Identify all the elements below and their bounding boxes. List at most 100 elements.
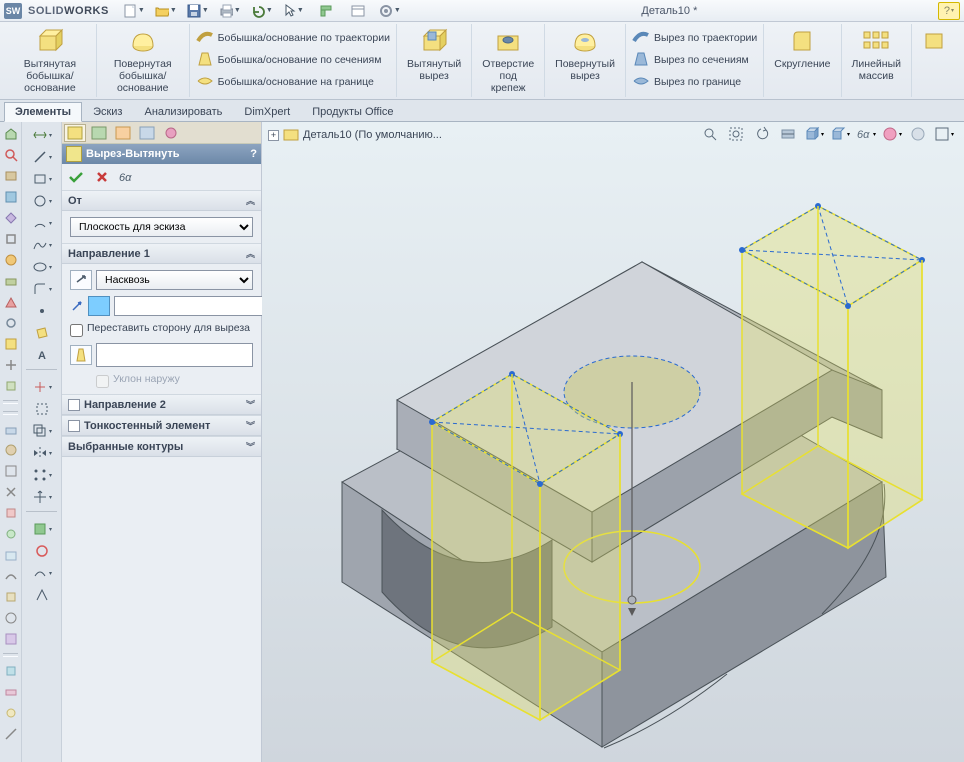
tb-icon-24[interactable] xyxy=(2,630,20,648)
tb-icon-20[interactable] xyxy=(2,546,20,564)
detailed-preview-button[interactable]: 6α xyxy=(118,168,138,186)
circle-icon[interactable]: ▾ xyxy=(25,191,59,211)
tb-icon-21[interactable] xyxy=(2,567,20,585)
move-icon[interactable]: ▾ xyxy=(25,487,59,507)
select-button[interactable]: ▼ xyxy=(283,2,305,20)
section-dir2-header[interactable]: Направление 2︾ xyxy=(62,395,261,415)
tb-icon-4[interactable] xyxy=(2,188,20,206)
lofted-cut-button[interactable]: Вырез по сечениям xyxy=(632,50,757,70)
lofted-boss-button[interactable]: Бобышка/основание по сечениям xyxy=(196,50,390,70)
tb-icon-16[interactable] xyxy=(2,462,20,480)
fillet-button[interactable]: Скругление xyxy=(770,26,834,72)
undo-button[interactable]: ▼ xyxy=(251,2,273,20)
open-file-button[interactable]: ▼ xyxy=(155,2,177,20)
view-orientation-icon[interactable] xyxy=(2,125,20,143)
line-icon[interactable]: ▾ xyxy=(25,147,59,167)
boundary-boss-button[interactable]: Бобышка/основание на границе xyxy=(196,72,390,92)
direction-vector-icon[interactable] xyxy=(70,299,84,313)
direction-input[interactable] xyxy=(114,296,266,316)
cancel-button[interactable] xyxy=(92,168,112,186)
rapid-sketch-icon[interactable] xyxy=(25,585,59,605)
tb-icon-5[interactable] xyxy=(2,209,20,227)
tb-icon-6[interactable] xyxy=(2,230,20,248)
draft-listbox[interactable] xyxy=(96,343,253,367)
help-button[interactable]: ?▾ xyxy=(938,2,960,20)
pattern-sketch-icon[interactable]: ▾ xyxy=(25,465,59,485)
tb-icon-9[interactable] xyxy=(2,293,20,311)
tb-icon-22[interactable] xyxy=(2,588,20,606)
dimxpert-tab-icon[interactable] xyxy=(136,124,158,142)
offset-icon[interactable]: ▾ xyxy=(25,421,59,441)
flip-side-checkbox[interactable] xyxy=(70,324,83,337)
reverse-direction-button[interactable] xyxy=(70,270,92,290)
mirror-icon[interactable]: ▾ xyxy=(25,443,59,463)
revolved-cut-button[interactable]: Повернутый вырез xyxy=(551,26,619,84)
swept-boss-button[interactable]: Бобышка/основание по траектории xyxy=(196,28,390,48)
tb-icon-27[interactable] xyxy=(2,704,20,722)
display-manager-tab-icon[interactable] xyxy=(160,124,182,142)
tb-icon-28[interactable] xyxy=(2,725,20,743)
tb-icon-8[interactable] xyxy=(2,272,20,290)
smart-dimension-icon[interactable]: ▾ xyxy=(25,125,59,145)
feature-manager-tab-icon[interactable] xyxy=(64,124,86,142)
section-contours-header[interactable]: Выбранные контуры︾ xyxy=(62,437,261,457)
section-from-header[interactable]: От︽ xyxy=(62,191,261,211)
new-file-button[interactable]: ▼ xyxy=(123,2,145,20)
thin-checkbox[interactable] xyxy=(68,420,80,432)
tab-sketch[interactable]: Эскиз xyxy=(82,102,133,121)
revolved-boss-button[interactable]: Повернутая бобышка/основание xyxy=(103,26,183,96)
print-button[interactable]: ▼ xyxy=(219,2,241,20)
config-manager-tab-icon[interactable] xyxy=(112,124,134,142)
dir2-checkbox[interactable] xyxy=(68,399,80,411)
convert-icon[interactable] xyxy=(25,399,59,419)
tb-icon-12[interactable] xyxy=(2,356,20,374)
text-icon[interactable]: A xyxy=(25,345,59,365)
tb-icon-15[interactable] xyxy=(2,441,20,459)
tab-dimxpert[interactable]: DimXpert xyxy=(233,102,301,121)
extruded-cut-button[interactable]: Вытянутый вырез xyxy=(403,26,465,84)
swept-cut-button[interactable]: Вырез по траектории xyxy=(632,28,757,48)
end-condition-select[interactable]: Насквозь xyxy=(96,270,253,290)
graphics-viewport[interactable]: ▾ ▾ 6α▾ ▾ ▾ + Деталь10 (По умолчанию... xyxy=(262,122,964,762)
property-help-icon[interactable]: ? xyxy=(250,148,257,160)
rebuild-button[interactable] xyxy=(315,2,337,20)
boundary-cut-button[interactable]: Вырез по границе xyxy=(632,72,757,92)
ellipse-icon[interactable]: ▾ xyxy=(25,257,59,277)
tab-office[interactable]: Продукты Office xyxy=(301,102,404,121)
tb-icon-18[interactable] xyxy=(2,504,20,522)
property-manager-tab-icon[interactable] xyxy=(88,124,110,142)
linear-pattern-button[interactable]: Линейный массив xyxy=(848,26,905,84)
point-icon[interactable] xyxy=(25,301,59,321)
relation-icon[interactable]: ▾ xyxy=(25,519,59,539)
draft-button[interactable] xyxy=(70,345,92,365)
tab-analyze[interactable]: Анализировать xyxy=(133,102,233,121)
spline-icon[interactable]: ▾ xyxy=(25,235,59,255)
tb-icon-3[interactable] xyxy=(2,167,20,185)
tb-icon-23[interactable] xyxy=(2,609,20,627)
rectangle-icon[interactable]: ▾ xyxy=(25,169,59,189)
tab-elements[interactable]: Элементы xyxy=(4,102,82,122)
section-dir1-header[interactable]: Направление 1︽ xyxy=(62,244,261,264)
plane-icon[interactable] xyxy=(25,323,59,343)
tb-icon-14[interactable] xyxy=(2,420,20,438)
options-button[interactable] xyxy=(347,2,369,20)
tb-icon-7[interactable] xyxy=(2,251,20,269)
repair-icon[interactable] xyxy=(25,541,59,561)
tb-icon-19[interactable] xyxy=(2,525,20,543)
tb-icon-25[interactable] xyxy=(2,662,20,680)
trim-icon[interactable]: ▾ xyxy=(25,377,59,397)
tb-icon-10[interactable] xyxy=(2,314,20,332)
section-thin-header[interactable]: Тонкостенный элемент︾ xyxy=(62,416,261,436)
tb-icon-11[interactable] xyxy=(2,335,20,353)
zoom-fit-icon[interactable] xyxy=(2,146,20,164)
quick-snap-icon[interactable]: ▾ xyxy=(25,563,59,583)
tb-icon-17[interactable] xyxy=(2,483,20,501)
from-select[interactable]: Плоскость для эскиза xyxy=(70,217,253,237)
hole-wizard-button[interactable]: Отверстие под крепеж xyxy=(478,26,538,96)
ok-button[interactable] xyxy=(66,168,86,186)
tb-icon-13[interactable] xyxy=(2,377,20,395)
save-button[interactable]: ▼ xyxy=(187,2,209,20)
ribbon-more-button[interactable] xyxy=(918,26,954,60)
extruded-boss-button[interactable]: Вытянутая бобышка/основание xyxy=(10,26,90,96)
settings-button[interactable]: ▼ xyxy=(379,2,401,20)
